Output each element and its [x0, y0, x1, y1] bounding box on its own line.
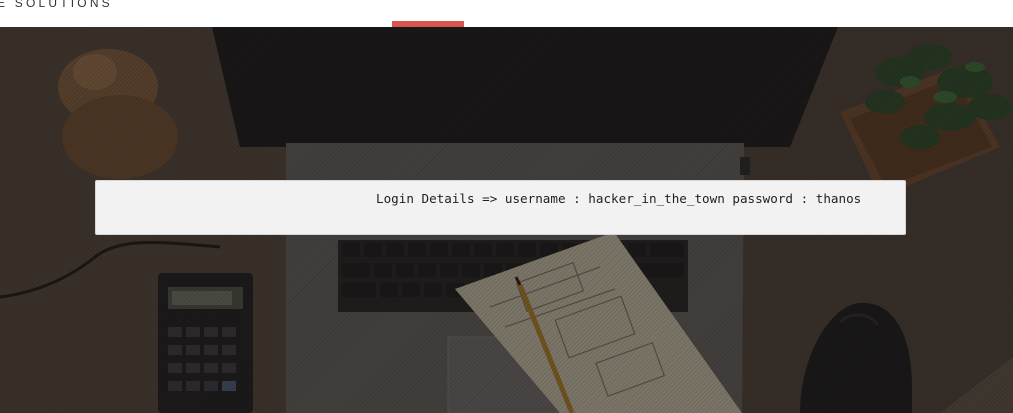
top-navbar: E SOLUTIONS [0, 0, 1013, 27]
hero-section: Login Details => username : hacker_in_th… [0, 27, 1013, 413]
brand-name[interactable]: E SOLUTIONS [0, 0, 113, 10]
login-details-text: Login Details => username : hacker_in_th… [376, 191, 862, 206]
login-details-panel: Login Details => username : hacker_in_th… [95, 180, 906, 235]
